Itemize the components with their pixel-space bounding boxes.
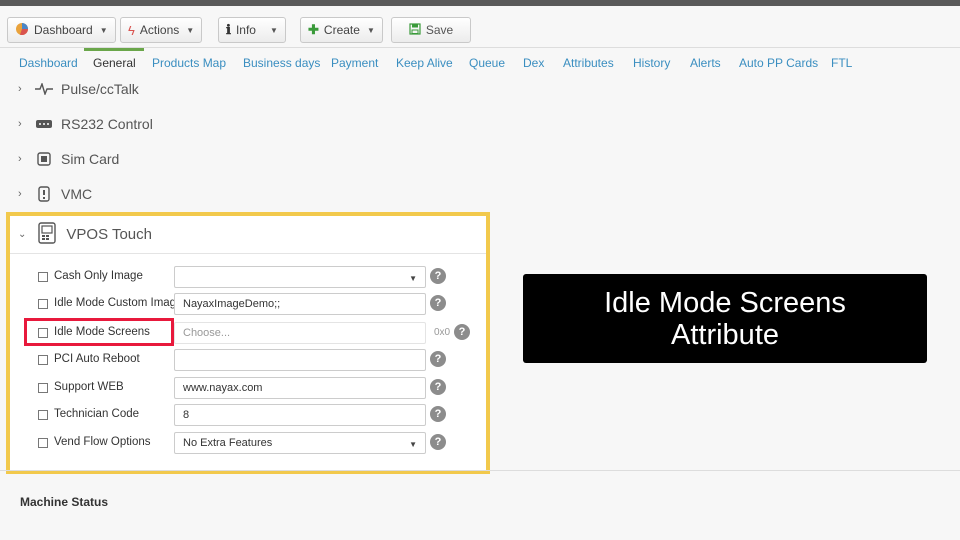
info-button[interactable]: ℹ Info ▼ [218,17,286,43]
active-tab-indicator [84,48,144,51]
create-button[interactable]: ✚ Create ▼ [300,17,383,43]
section-label: RS232 Control [61,116,153,132]
tab-dex[interactable]: Dex [523,56,544,70]
help-icon[interactable]: ? [430,295,446,311]
tab-general[interactable]: General [93,56,136,70]
tab-keep-alive[interactable]: Keep Alive [396,56,453,70]
section-vmc[interactable]: › VMC [18,183,92,205]
section-label: Sim Card [61,151,120,167]
row-vend-flow-options: Vend Flow Options No Extra Features ▼ ? [38,432,478,454]
selection-count: 0x0 [434,327,451,338]
technician-code-input[interactable]: 8 [174,404,426,426]
help-icon[interactable]: ? [430,268,446,284]
field-label: PCI Auto Reboot [54,353,140,365]
field-label: Idle Mode Custom Image [54,297,183,309]
save-button[interactable]: Save [391,17,471,43]
field-label: Support WEB [54,381,124,393]
section-vpos-touch[interactable]: ⌄ VPOS Touch [10,216,486,254]
chevron-down-icon: ▼ [186,25,195,35]
row-support-web: Support WEB www.nayax.com ? [38,377,478,399]
tab-business-days[interactable]: Business days [243,56,320,70]
callout-line-1: Idle Mode Screens [604,286,846,319]
dashboard-button[interactable]: Dashboard ▼ [7,17,116,43]
vend-flow-options-checkbox[interactable] [38,438,48,448]
toolbar: Dashboard ▼ ϟ Actions ▼ ℹ Info ▼ ✚ Creat… [0,6,960,48]
section-label: VPOS Touch [66,226,152,243]
chevron-down-icon: ▼ [99,25,108,35]
save-label: Save [425,23,454,37]
vmc-icon [35,186,53,202]
tab-attributes[interactable]: Attributes [563,56,614,70]
support-web-input[interactable]: www.nayax.com [174,377,426,399]
cash-only-image-checkbox[interactable] [38,272,48,282]
row-idle-mode-custom-image: Idle Mode Custom Image NayaxImageDemo;; … [38,293,478,315]
tab-history[interactable]: History [633,56,670,70]
row-technician-code: Technician Code 8 ? [38,404,478,426]
field-label: Cash Only Image [54,270,143,282]
chevron-right-icon: › [18,118,22,130]
pie-chart-icon [15,22,29,39]
tab-bar: Dashboard General Products Map Business … [0,48,960,78]
help-icon[interactable]: ? [430,406,446,422]
section-label: Pulse/ccTalk [61,81,139,97]
section-sim-card[interactable]: › Sim Card [18,148,119,170]
plus-icon: ✚ [308,22,319,37]
help-icon[interactable]: ? [430,434,446,450]
field-label: Vend Flow Options [54,436,151,448]
chevron-right-icon: › [18,153,22,165]
callout-line-2: Attribute [671,318,779,351]
dropdown-arrow-icon: ▼ [409,440,417,449]
chevron-down-icon: ⌄ [18,229,27,240]
tab-payment[interactable]: Payment [331,56,378,70]
machine-status-heading: Machine Status [20,495,109,509]
idle-mode-custom-image-checkbox[interactable] [38,299,48,309]
serial-port-icon [35,117,53,131]
support-web-checkbox[interactable] [38,383,48,393]
vend-flow-options-select[interactable]: No Extra Features ▼ [174,432,426,454]
chevron-right-icon: › [18,83,22,95]
section-pulse-cctalk[interactable]: › Pulse/ccTalk [18,78,139,100]
pci-auto-reboot-input[interactable] [174,349,426,371]
help-icon[interactable]: ? [454,324,470,340]
idle-mode-custom-image-input[interactable]: NayaxImageDemo;; [174,293,426,315]
create-label: Create [323,23,360,37]
help-icon[interactable]: ? [430,379,446,395]
chevron-down-icon: ▼ [269,25,278,35]
save-icon [409,22,421,38]
help-icon[interactable]: ? [430,351,446,367]
section-label: VMC [61,186,93,202]
row-pci-auto-reboot: PCI Auto Reboot ? [38,349,478,371]
tab-alerts[interactable]: Alerts [690,56,721,70]
tab-products-map[interactable]: Products Map [152,56,226,70]
cash-only-image-select[interactable]: ▼ [174,266,426,288]
actions-button[interactable]: ϟ Actions ▼ [120,17,203,43]
pulse-icon [35,82,53,96]
info-icon: ℹ [226,22,231,37]
sim-card-icon [35,152,53,166]
chevron-right-icon: › [18,188,22,200]
chevron-down-icon: ▼ [366,25,375,35]
row-cash-only-image: Cash Only Image ▼ ? [38,266,478,288]
callout-banner: Idle Mode Screens Attribute [523,274,927,363]
section-rs232-control[interactable]: › RS232 Control [18,113,153,135]
lightning-icon: ϟ [128,22,135,38]
idle-mode-screens-highlight [24,318,174,346]
divider [0,470,960,471]
actions-label: Actions [139,23,180,37]
pci-auto-reboot-checkbox[interactable] [38,355,48,365]
tab-dashboard[interactable]: Dashboard [19,56,78,70]
technician-code-checkbox[interactable] [38,410,48,420]
tab-queue[interactable]: Queue [469,56,505,70]
tab-auto-pp-cards[interactable]: Auto PP Cards [739,56,818,70]
tab-ftl[interactable]: FTL [831,56,852,70]
vpos-device-icon [38,221,57,248]
idle-mode-screens-input[interactable]: Choose... [174,322,426,344]
info-label: Info [235,23,256,37]
dropdown-arrow-icon: ▼ [409,274,417,283]
dashboard-label: Dashboard [34,23,93,37]
field-label: Technician Code [54,408,140,420]
